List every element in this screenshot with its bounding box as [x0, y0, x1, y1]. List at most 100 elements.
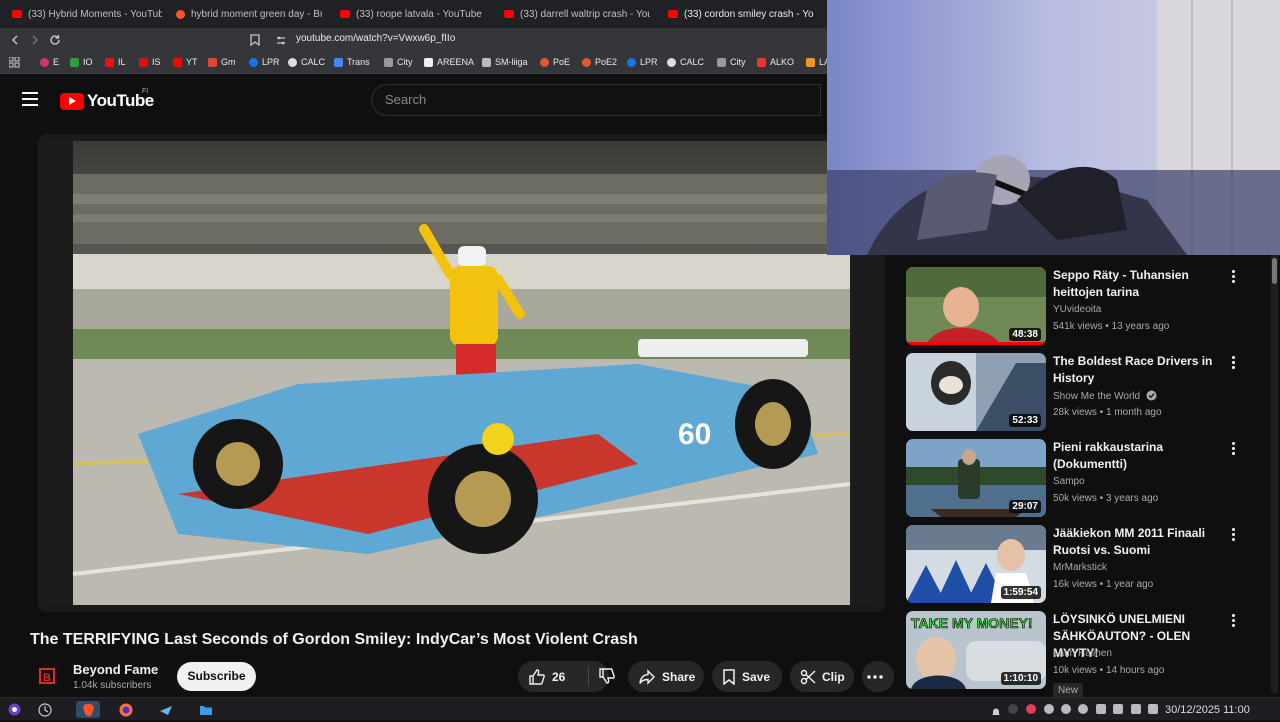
video-thumbnail[interactable]: TAKE MY MONEY! 1:10:10: [906, 611, 1046, 689]
calculator-icon: [288, 57, 297, 67]
share-button[interactable]: Share: [628, 661, 704, 692]
recommendation-channel[interactable]: YUvideoita: [1053, 304, 1101, 315]
country-code: FI: [142, 88, 149, 95]
browser-tab[interactable]: (33) roope latvala - YouTube: [340, 3, 490, 25]
site-settings-icon[interactable]: [276, 36, 286, 45]
bookmark-item[interactable]: LPR: [249, 57, 280, 67]
taskbar-app[interactable]: [197, 701, 215, 718]
network-icon[interactable]: [1131, 704, 1141, 714]
bluetooth-icon[interactable]: [1078, 704, 1088, 714]
video-thumbnail[interactable]: 29:07: [906, 439, 1046, 517]
bookmark-item[interactable]: CALC: [667, 57, 704, 67]
bookmark-item[interactable]: CALC: [288, 57, 325, 67]
lock-icon[interactable]: [1148, 704, 1158, 714]
more-vertical-icon[interactable]: [1232, 270, 1236, 284]
recommendation-item[interactable]: TAKE MY MONEY! 1:10:10 LÖYSINKÖ UNELMIEN…: [906, 606, 1266, 698]
bookmark-item[interactable]: PoE2: [582, 57, 617, 67]
bookmark-item[interactable]: PoE: [540, 57, 570, 67]
forward-button[interactable]: [26, 31, 44, 49]
bookmark-item[interactable]: IS: [139, 57, 161, 67]
bookmark-item[interactable]: Gm: [208, 57, 236, 67]
video-thumbnail[interactable]: 48:38: [906, 267, 1046, 345]
recommendation-channel[interactable]: Show Me the World: [1053, 390, 1157, 402]
taskbar-clock[interactable]: 30/12/2025 11:00: [1165, 704, 1250, 716]
like-button[interactable]: 26: [518, 661, 615, 692]
record-indicator-icon[interactable]: [1026, 704, 1036, 714]
thumbs-down-icon[interactable]: [598, 667, 616, 685]
browser-tab-active[interactable]: (33) cordon smiley crash - YouTu: [668, 3, 814, 25]
bookmark-item[interactable]: E: [40, 57, 59, 67]
recommendation-meta: 16k views • 1 year ago: [1053, 579, 1154, 590]
channel-name[interactable]: Beyond Fame: [73, 662, 158, 677]
bookmark-item[interactable]: Trans: [334, 57, 370, 67]
recommendation-item[interactable]: 52:33 The Boldest Race Drivers in Histor…: [906, 348, 1266, 431]
bookmark-label: CALC: [680, 57, 705, 67]
address-bar-input[interactable]: youtube.com/watch?v=Vwxw6p_fIIo: [296, 33, 455, 44]
bookmark-favicon-icon: [424, 57, 433, 67]
bookmark-label: YT: [186, 57, 198, 67]
bookmark-item[interactable]: City: [384, 57, 413, 67]
taskbar-app[interactable]: [36, 701, 54, 718]
taskbar-app[interactable]: [117, 701, 135, 718]
bookmark-item[interactable]: AREENA: [424, 57, 474, 67]
bookmark-label: Trans: [347, 57, 370, 67]
recommendation-channel[interactable]: MrMarkstick: [1053, 562, 1107, 573]
more-vertical-icon[interactable]: [1232, 528, 1236, 542]
clipboard-icon[interactable]: [1096, 704, 1106, 714]
tab-title: (33) darrell waltrip crash - YouTu: [520, 8, 650, 20]
brave-browser-icon: [82, 703, 94, 716]
bookmark-item[interactable]: IL: [105, 57, 126, 67]
recommendation-item[interactable]: 1:59:54 Jääkiekon MM 2011 Finaali Ruotsi…: [906, 520, 1266, 603]
more-vertical-icon[interactable]: [1232, 356, 1236, 370]
recommendation-channel[interactable]: Sampo: [1053, 476, 1085, 487]
video-thumbnail[interactable]: 1:59:54: [906, 525, 1046, 603]
bookmark-label: LPR: [262, 57, 280, 67]
scrollbar-thumb[interactable]: [1272, 258, 1277, 284]
bookmark-icon: [250, 34, 260, 46]
apps-grid-icon[interactable]: [9, 57, 20, 68]
taskbar-app-active[interactable]: [76, 701, 100, 718]
recommendation-item[interactable]: 29:07 Pieni rakkaustarina (Dokumentti) S…: [906, 434, 1266, 517]
back-button[interactable]: [6, 31, 24, 49]
channel-avatar[interactable]: B: [34, 663, 60, 689]
bookmark-item[interactable]: IO: [70, 57, 93, 67]
subscribe-button[interactable]: Subscribe: [177, 662, 256, 691]
bookmark-item[interactable]: YT: [173, 57, 198, 67]
more-actions-button[interactable]: [862, 661, 894, 692]
volume-icon[interactable]: [1113, 704, 1123, 714]
save-button[interactable]: Save: [712, 661, 782, 692]
bookmark-label: PoE2: [595, 57, 618, 67]
bookmark-favicon-icon: [757, 57, 766, 67]
more-vertical-icon[interactable]: [1232, 442, 1236, 456]
video-player[interactable]: 60: [38, 134, 885, 612]
bookmark-page-button[interactable]: [246, 31, 264, 49]
bookmark-favicon-icon: [384, 57, 393, 67]
browser-tab[interactable]: (33) Hybrid Moments - YouTube: [12, 3, 162, 25]
start-menu-button[interactable]: [5, 701, 23, 718]
tray-app-icon[interactable]: [1008, 704, 1018, 714]
bookmark-favicon-icon: [139, 57, 148, 67]
notifications-icon[interactable]: [991, 704, 1001, 715]
more-vertical-icon[interactable]: [1232, 614, 1236, 628]
bookmark-item[interactable]: SM-liiga: [482, 57, 528, 67]
recommendation-channel[interactable]: Lauri Halinen: [1053, 648, 1112, 659]
bookmark-item[interactable]: City: [717, 57, 746, 67]
taskbar-app[interactable]: [157, 701, 175, 718]
thumbs-up-icon: [529, 668, 545, 685]
search-input[interactable]: Search: [371, 84, 821, 116]
youtube-logo[interactable]: YouTube: [60, 91, 154, 111]
video-duration: 29:07: [1009, 500, 1041, 513]
scrollbar[interactable]: [1271, 255, 1278, 693]
bookmark-label: Gm: [221, 57, 236, 67]
recommendation-item[interactable]: 48:38 Seppo Räty - Tuhansien heittojen t…: [906, 262, 1266, 345]
reload-button[interactable]: [46, 31, 64, 49]
tray-app-icon[interactable]: [1044, 704, 1054, 714]
bookmark-item[interactable]: ALKO: [757, 57, 794, 67]
video-thumbnail[interactable]: 52:33: [906, 353, 1046, 431]
browser-tab[interactable]: (33) darrell waltrip crash - YouTu: [504, 3, 650, 25]
bookmark-item[interactable]: LPR: [627, 57, 658, 67]
clip-button[interactable]: Clip: [790, 661, 854, 692]
media-player-icon[interactable]: [1061, 704, 1071, 714]
hamburger-menu-icon[interactable]: [22, 92, 38, 106]
browser-tab[interactable]: hybrid moment green day - Bra: [176, 3, 322, 25]
